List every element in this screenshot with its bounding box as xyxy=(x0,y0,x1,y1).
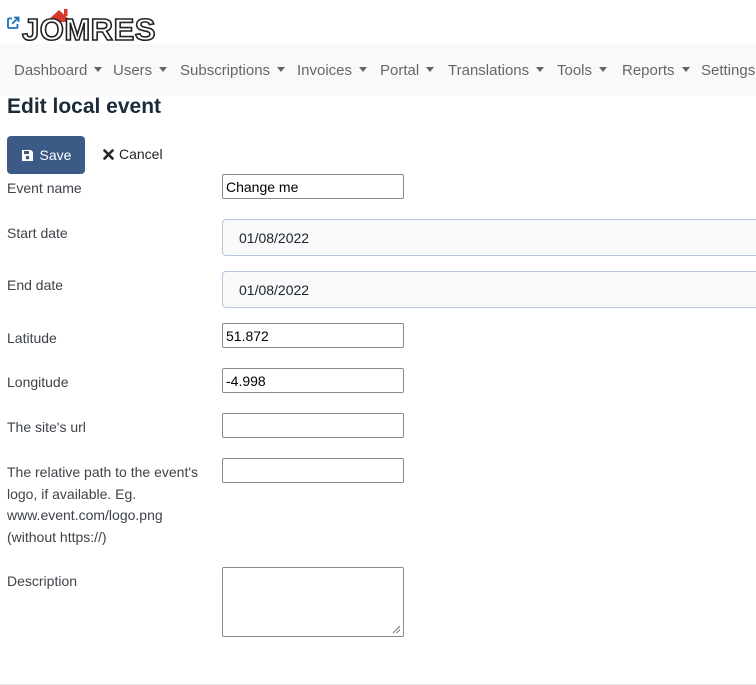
nav-portal[interactable]: Portal xyxy=(380,44,435,96)
times-icon xyxy=(103,148,114,160)
caret-down-icon xyxy=(359,67,368,72)
caret-down-icon xyxy=(681,67,690,72)
jomres-logo[interactable]: JOMRES xyxy=(21,6,160,48)
nav-invoices[interactable]: Invoices xyxy=(297,44,368,96)
caret-down-icon xyxy=(159,67,168,72)
logo-text: JOMRES xyxy=(21,11,156,48)
page-title: Edit local event xyxy=(7,95,162,118)
nav-invoices-label: Invoices xyxy=(297,62,353,79)
caret-down-icon xyxy=(426,67,435,72)
nav-users-label: Users xyxy=(113,62,153,79)
description-label: Description xyxy=(7,573,78,589)
latitude-input[interactable] xyxy=(222,323,404,348)
latitude-label: Latitude xyxy=(7,330,57,346)
nav-reports[interactable]: Reports xyxy=(622,44,690,96)
header: JOMRES xyxy=(0,0,756,48)
caret-down-icon xyxy=(536,67,545,72)
nav-tools-label: Tools xyxy=(557,62,593,79)
end-date-input[interactable] xyxy=(222,271,756,308)
save-button-label: Save xyxy=(39,147,72,163)
event-name-label: Event name xyxy=(7,180,82,196)
longitude-label: Longitude xyxy=(7,374,69,390)
nav-translations[interactable]: Translations xyxy=(448,44,545,96)
description-textarea[interactable] xyxy=(222,567,404,637)
resize-grip-icon[interactable] xyxy=(392,625,401,634)
nav-translations-label: Translations xyxy=(448,62,530,79)
nav-tools[interactable]: Tools xyxy=(557,44,608,96)
event-name-input[interactable] xyxy=(222,174,404,199)
caret-down-icon xyxy=(94,67,103,72)
logo-path-input[interactable] xyxy=(222,458,404,483)
floppy-disk-icon xyxy=(21,149,33,161)
nav-portal-label: Portal xyxy=(380,62,420,79)
nav-settings[interactable]: Settings xyxy=(701,44,755,96)
save-button[interactable]: Save xyxy=(7,136,85,174)
nav-dashboard-label: Dashboard xyxy=(14,62,88,79)
cancel-button-label: Cancel xyxy=(119,146,163,162)
nav-reports-label: Reports xyxy=(622,62,675,79)
site-url-label: The site's url xyxy=(7,419,86,435)
start-date-label: Start date xyxy=(7,225,68,241)
logo-path-label: The relative path to the event's logo, i… xyxy=(7,464,199,545)
nav-dashboard[interactable]: Dashboard xyxy=(14,44,103,96)
cancel-button[interactable]: Cancel xyxy=(103,146,163,162)
nav-subscriptions-label: Subscriptions xyxy=(180,62,271,79)
nav-users[interactable]: Users xyxy=(113,44,168,96)
site-url-input[interactable] xyxy=(222,413,404,438)
external-link-icon[interactable] xyxy=(6,16,20,30)
end-date-label: End date xyxy=(7,277,64,293)
caret-down-icon xyxy=(277,67,286,72)
start-date-input[interactable] xyxy=(222,219,756,256)
caret-down-icon xyxy=(599,67,608,72)
nav-settings-label: Settings xyxy=(701,62,756,79)
longitude-input[interactable] xyxy=(222,368,404,393)
nav-subscriptions[interactable]: Subscriptions xyxy=(180,44,286,96)
main-navbar: Dashboard Users Subscriptions Invoices P… xyxy=(0,44,756,96)
